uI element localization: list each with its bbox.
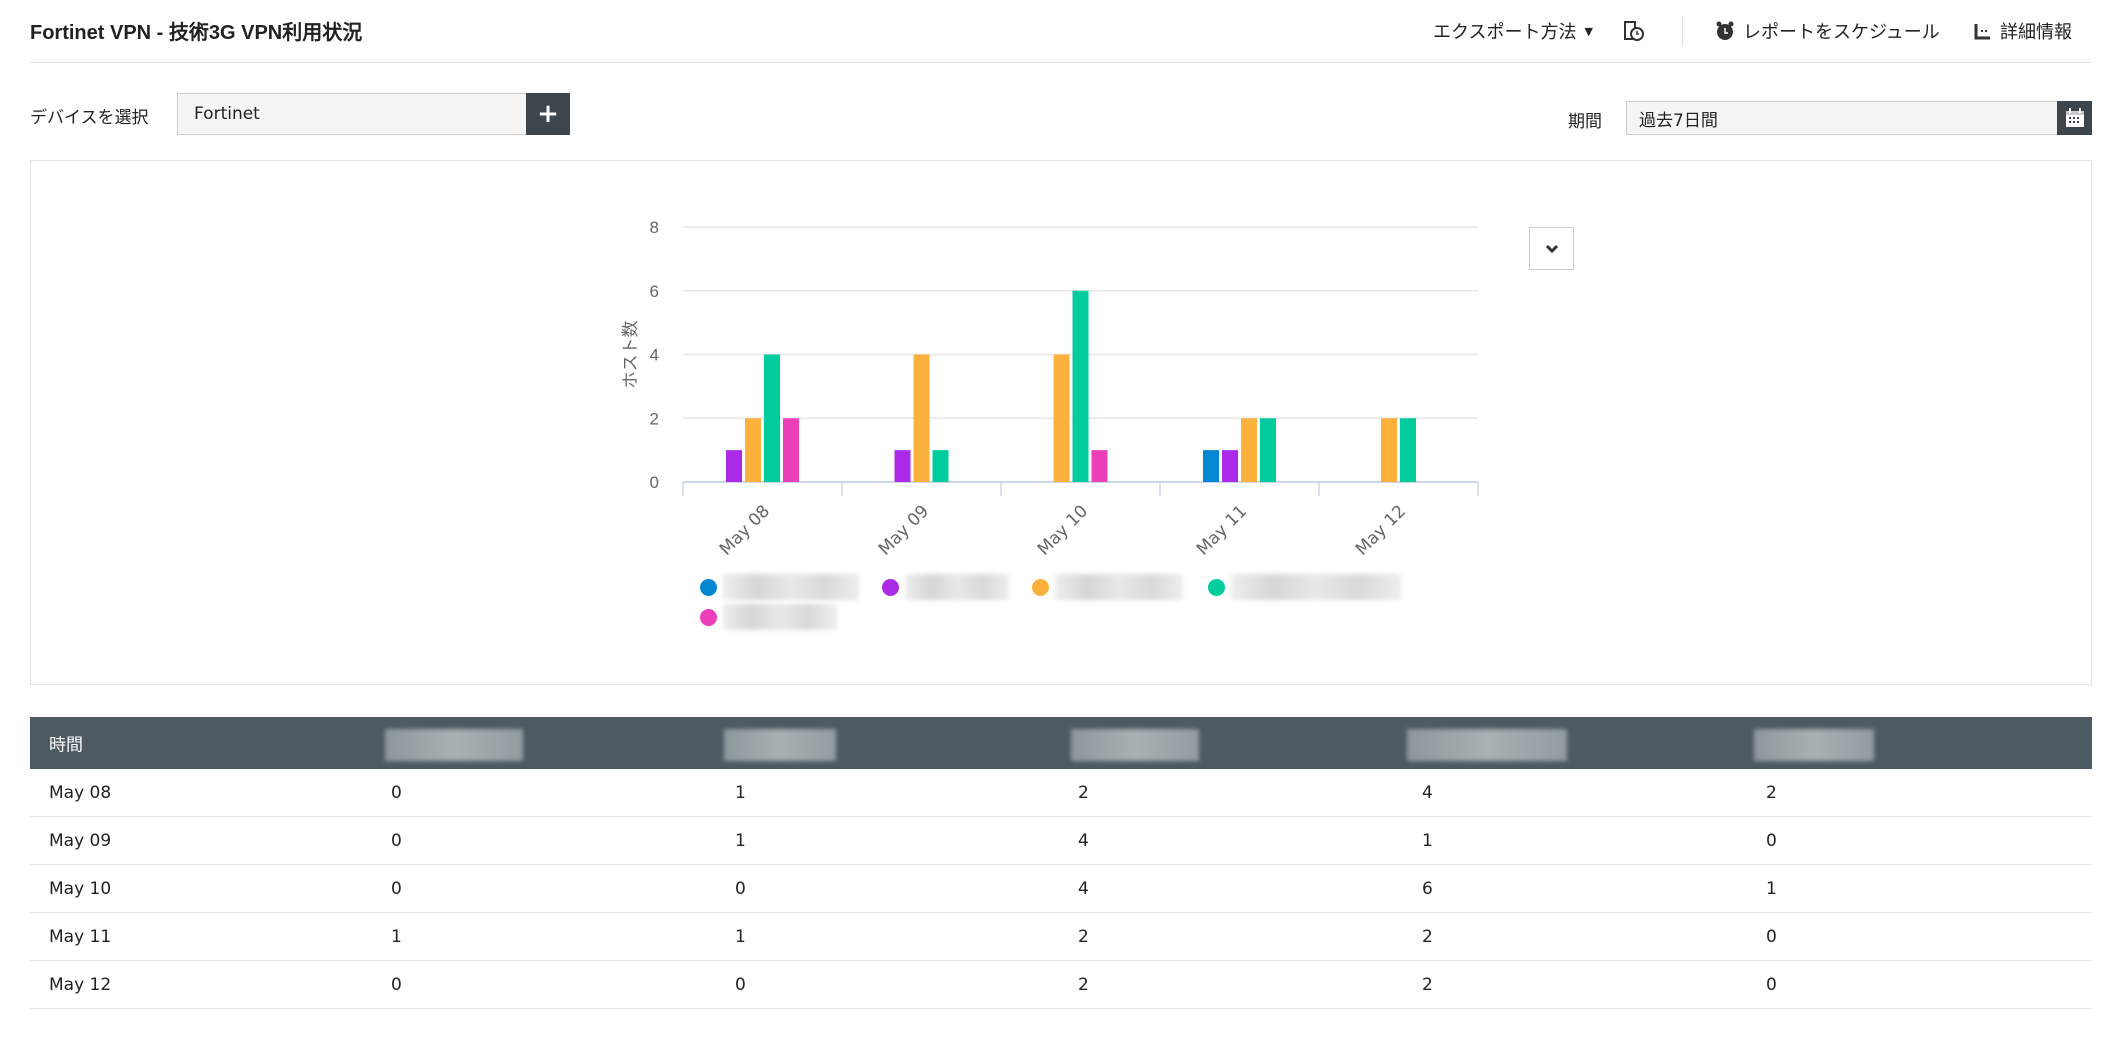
legend-label [905,574,1009,600]
table-row: May 09 0 1 4 1 0 [30,817,2092,865]
value-cell: 1 [391,926,402,947]
x-tick-label: May 12 [1352,501,1410,559]
time-cell: May 11 [49,926,112,947]
bar[interactable] [1222,450,1238,482]
value-cell: 4 [1422,782,1433,803]
column-header-series-3 [1071,729,1199,761]
legend-marker [882,578,899,596]
bar[interactable] [1381,418,1397,482]
bar[interactable] [764,354,780,483]
y-tick-label: 6 [650,282,659,301]
y-tick-label: 4 [650,346,659,365]
legend-marker [700,608,717,626]
value-cell: 2 [1078,974,1089,995]
value-cell: 0 [735,974,746,995]
column-header-series-4 [1407,729,1567,761]
value-cell: 2 [1078,782,1089,803]
column-header-series-2 [724,729,836,761]
legend-marker [1208,578,1225,596]
bar[interactable] [1260,418,1276,482]
table-row: May 11 1 1 2 2 0 [30,913,2092,961]
bar[interactable] [1241,418,1257,482]
bar[interactable] [745,418,761,482]
value-cell: 0 [735,878,746,899]
bar[interactable] [894,450,911,482]
legend-item[interactable] [700,574,859,600]
data-table: 時間 May 08 0 1 2 4 2 May 09 0 1 4 1 0 May 10 0 0 4 6 1 May … [30,717,2092,1009]
bar[interactable] [1072,290,1089,482]
value-cell: 0 [1766,830,1777,851]
value-cell: 1 [735,830,746,851]
table-row: May 12 0 0 2 2 0 [30,961,2092,1009]
chart-options-button[interactable] [1529,227,1574,270]
chevron-down-icon [1545,244,1558,253]
legend-item[interactable] [1032,574,1183,600]
time-cell: May 08 [49,782,112,803]
value-cell: 0 [391,878,402,899]
legend-label [1055,574,1183,600]
bar[interactable] [1203,450,1219,482]
table-header: 時間 [30,717,2092,769]
x-tick-label: May 08 [716,501,774,559]
bar[interactable] [1053,354,1070,483]
x-tick-label: May 11 [1193,501,1251,559]
column-header-series-5 [1754,729,1874,761]
legend-item[interactable] [1208,574,1401,600]
legend-label [1231,574,1401,600]
legend-marker [1032,578,1049,596]
y-axis-label: ホスト数 [621,321,641,389]
value-cell: 2 [1766,782,1777,803]
value-cell: 1 [735,926,746,947]
bar[interactable] [1091,450,1108,482]
legend-marker [700,578,717,596]
value-cell: 6 [1422,878,1433,899]
legend-item[interactable] [882,574,1009,600]
time-cell: May 12 [49,974,112,995]
value-cell: 0 [391,782,402,803]
value-cell: 2 [1078,926,1089,947]
value-cell: 0 [391,830,402,851]
bar[interactable] [1400,418,1416,482]
column-header-series-1 [385,729,523,761]
time-cell: May 09 [49,830,112,851]
bar[interactable] [726,450,742,482]
y-tick-label: 2 [650,409,659,428]
value-cell: 4 [1078,830,1089,851]
table-body: May 08 0 1 2 4 2 May 09 0 1 4 1 0 May 10 0 0 4 6 1 May 11 1… [30,769,2092,1009]
value-cell: 0 [391,974,402,995]
table-row: May 08 0 1 2 4 2 [30,769,2092,817]
value-cell: 0 [1766,926,1777,947]
table-row: May 10 0 0 4 6 1 [30,865,2092,913]
value-cell: 2 [1422,974,1433,995]
legend-label [723,604,837,630]
x-tick-label: May 10 [1034,501,1092,559]
x-tick-label: May 09 [875,501,933,559]
legend-item[interactable] [700,604,837,630]
value-cell: 0 [1766,974,1777,995]
column-header-time: 時間 [49,735,83,756]
y-tick-label: 0 [650,473,659,492]
bar[interactable] [913,354,930,483]
value-cell: 1 [735,782,746,803]
y-tick-label: 8 [650,218,659,237]
bar[interactable] [932,450,949,482]
value-cell: 2 [1422,926,1433,947]
bar[interactable] [783,418,799,482]
value-cell: 4 [1078,878,1089,899]
time-cell: May 10 [49,878,112,899]
value-cell: 1 [1766,878,1777,899]
legend-label [723,574,859,600]
value-cell: 1 [1422,830,1433,851]
